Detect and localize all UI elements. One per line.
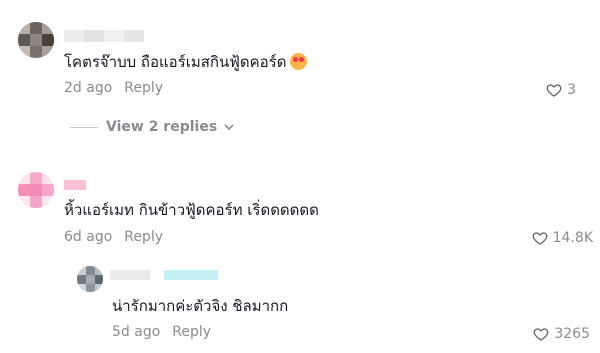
- view-replies-label: View 2 replies: [106, 119, 218, 135]
- chevron-down-icon: [224, 124, 234, 131]
- avatar[interactable]: [77, 266, 103, 292]
- divider: [70, 126, 98, 128]
- username[interactable]: [64, 180, 86, 190]
- like-count: 14.8K: [552, 230, 593, 246]
- reply-time: 5d ago: [112, 324, 161, 340]
- like-button[interactable]: 3: [546, 82, 576, 98]
- comment-time: 6d ago: [64, 229, 113, 245]
- comment-time: 2d ago: [64, 80, 113, 96]
- comment-meta: 6d ago Reply: [64, 229, 163, 245]
- reply-button[interactable]: Reply: [124, 80, 163, 96]
- view-replies-button[interactable]: View 2 replies: [70, 119, 235, 135]
- like-count: 3: [567, 82, 576, 98]
- avatar[interactable]: [18, 22, 54, 58]
- comment-meta: 2d ago Reply: [64, 80, 163, 96]
- comment-text: โคตรจ๊าบบ ถือแอร์เมสกินฟู้ดคอร์ด: [64, 50, 308, 74]
- reply-meta: 5d ago Reply: [112, 324, 211, 340]
- avatar[interactable]: [18, 172, 54, 208]
- comment-text: หิ้วแอร์เมท กินข้าวฟู้ดคอร์ท เริ่ดดดดดด: [64, 201, 319, 219]
- reply-button[interactable]: Reply: [172, 324, 211, 340]
- username[interactable]: [110, 270, 218, 280]
- like-button[interactable]: 3265: [533, 326, 590, 342]
- heart-outline-icon: [533, 328, 549, 341]
- heart-outline-icon: [546, 84, 562, 97]
- heart-outline-icon: [532, 232, 548, 245]
- like-count: 3265: [554, 326, 590, 342]
- like-button[interactable]: 14.8K: [532, 230, 593, 246]
- reply-text: น่ารักมากค่ะตัวจิง ชิลมากก: [112, 297, 289, 315]
- username[interactable]: [64, 30, 144, 42]
- smiling-face-with-hearts-icon: [290, 53, 308, 70]
- reply-button[interactable]: Reply: [124, 229, 163, 245]
